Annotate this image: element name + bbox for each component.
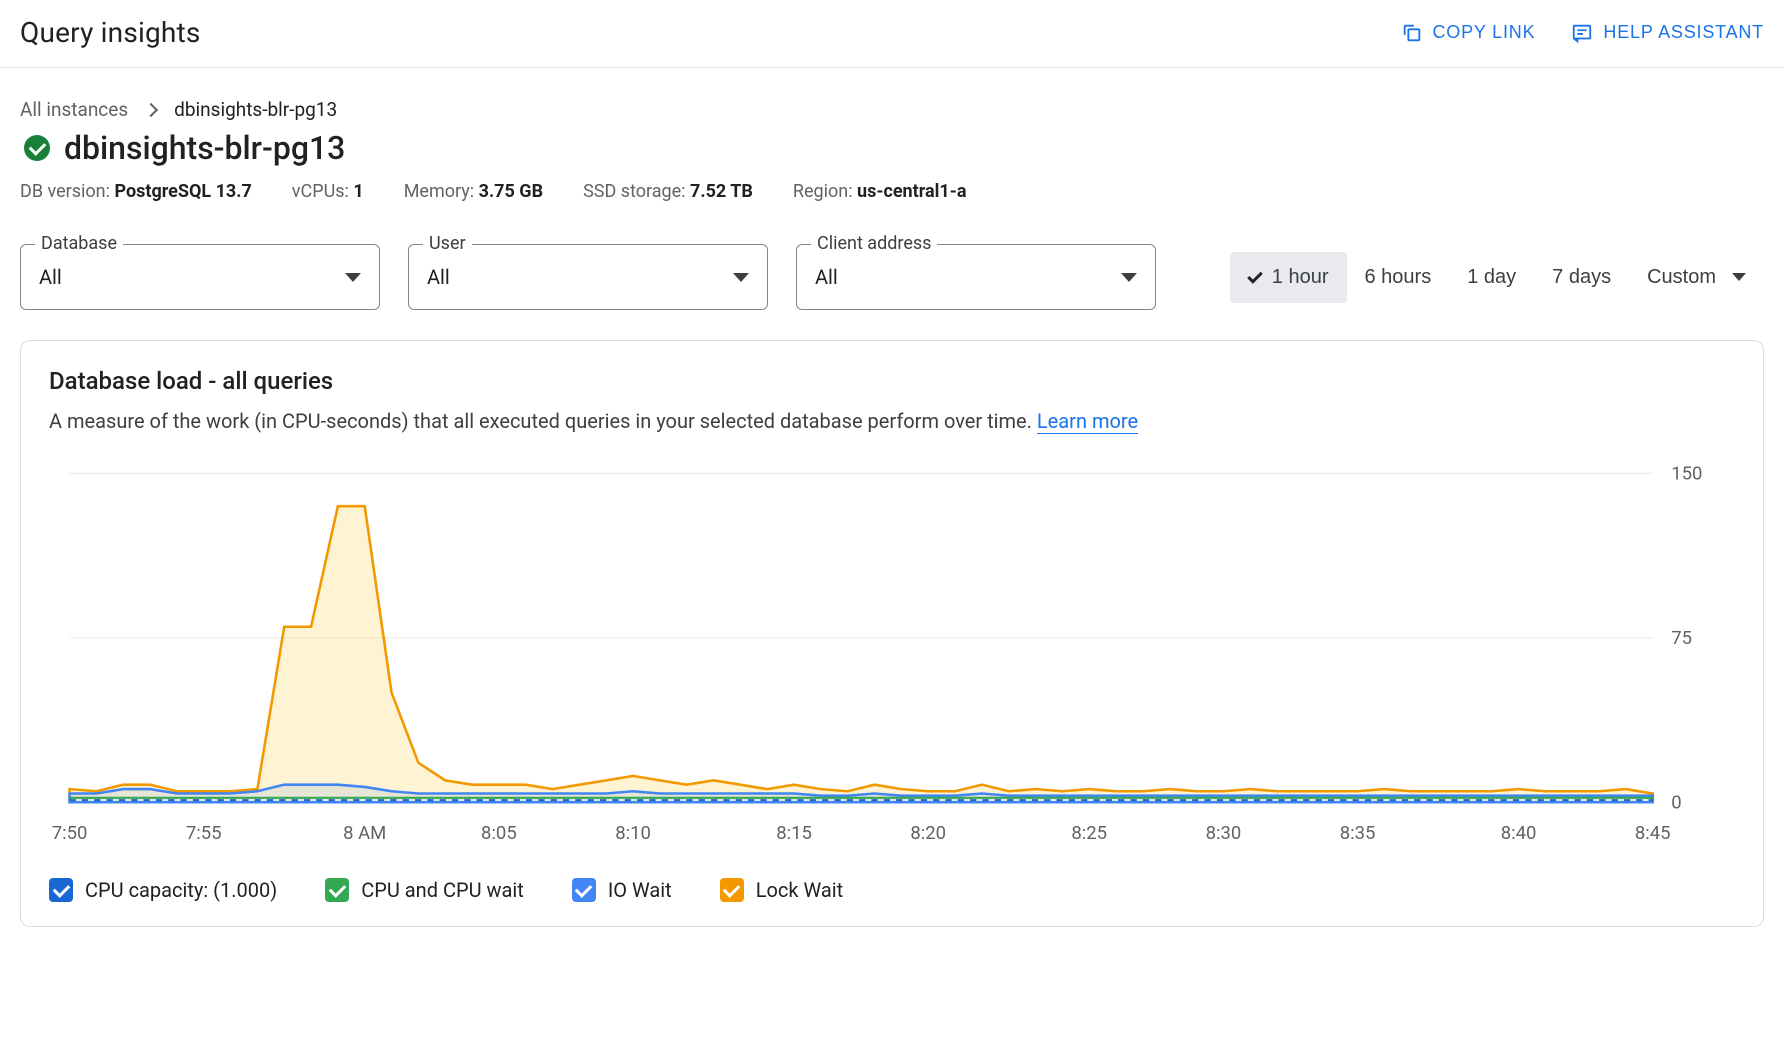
svg-text:8 AM: 8 AM [343, 822, 386, 844]
svg-text:7:55: 7:55 [186, 822, 222, 844]
svg-text:8:20: 8:20 [910, 822, 946, 844]
instance-name: dbinsights-blr-pg13 [64, 129, 345, 167]
help-assistant-icon [1571, 22, 1593, 44]
svg-text:150: 150 [1671, 463, 1702, 484]
svg-text:8:45: 8:45 [1635, 822, 1671, 844]
db-load-chart: 0 75 150 7:50 7:55 8 AM 8:05 8:10 8:15 8:20 8:25 8:… [49, 463, 1735, 854]
page-title: Query insights [20, 16, 201, 49]
card-description: A measure of the work (in CPU-seconds) t… [49, 409, 1735, 433]
svg-text:0: 0 [1671, 791, 1681, 813]
user-select-label: User [423, 233, 472, 254]
chevron-down-icon [733, 273, 749, 282]
legend-checkbox-lock-wait[interactable] [720, 878, 744, 902]
time-option-1-hour[interactable]: 1 hour [1230, 252, 1347, 303]
db-load-card: Database load - all queries A measure of… [20, 340, 1764, 927]
client-select[interactable]: Client address All [796, 244, 1156, 310]
time-option-custom[interactable]: Custom [1629, 252, 1764, 303]
chevron-down-icon [1732, 273, 1746, 281]
svg-text:8:15: 8:15 [776, 822, 812, 844]
status-badge [24, 135, 50, 161]
database-select-label: Database [35, 233, 123, 254]
chart-legend: CPU capacity: (1.000) CPU and CPU wait I… [49, 878, 1735, 902]
database-select[interactable]: Database All [20, 244, 380, 310]
svg-text:8:35: 8:35 [1340, 822, 1376, 844]
chevron-down-icon [345, 273, 361, 282]
legend-checkbox-cpu-wait[interactable] [325, 878, 349, 902]
breadcrumb-root[interactable]: All instances [20, 98, 128, 121]
svg-text:8:30: 8:30 [1206, 822, 1242, 844]
copy-link-button[interactable]: COPY LINK [1401, 22, 1536, 44]
client-select-label: Client address [811, 233, 937, 254]
legend-checkbox-io-wait[interactable] [572, 878, 596, 902]
breadcrumb-current: dbinsights-blr-pg13 [174, 98, 337, 121]
chevron-down-icon [1121, 273, 1137, 282]
check-icon [1247, 268, 1263, 284]
svg-text:8:05: 8:05 [481, 822, 517, 844]
user-select[interactable]: User All [408, 244, 768, 310]
breadcrumb: All instances dbinsights-blr-pg13 [0, 68, 1784, 121]
svg-text:75: 75 [1671, 627, 1692, 649]
time-range-toggle: 1 hour6 hours1 day7 daysCustom [1230, 252, 1764, 303]
card-title: Database load - all queries [49, 367, 1735, 395]
time-option-6-hours[interactable]: 6 hours [1347, 252, 1450, 303]
svg-text:8:40: 8:40 [1501, 822, 1537, 844]
svg-text:8:10: 8:10 [615, 822, 651, 844]
help-assistant-button[interactable]: HELP ASSISTANT [1571, 22, 1764, 44]
chevron-right-icon [144, 102, 158, 116]
svg-text:8:25: 8:25 [1071, 822, 1107, 844]
svg-text:7:50: 7:50 [52, 822, 88, 844]
copy-link-icon [1401, 22, 1423, 44]
learn-more-link[interactable]: Learn more [1037, 409, 1138, 434]
instance-meta: DB version: PostgreSQL 13.7 vCPUs: 1 Mem… [0, 167, 1784, 202]
time-option-7-days[interactable]: 7 days [1534, 252, 1629, 303]
time-option-1-day[interactable]: 1 day [1449, 252, 1534, 303]
legend-checkbox-cpu-capacity[interactable] [49, 878, 73, 902]
